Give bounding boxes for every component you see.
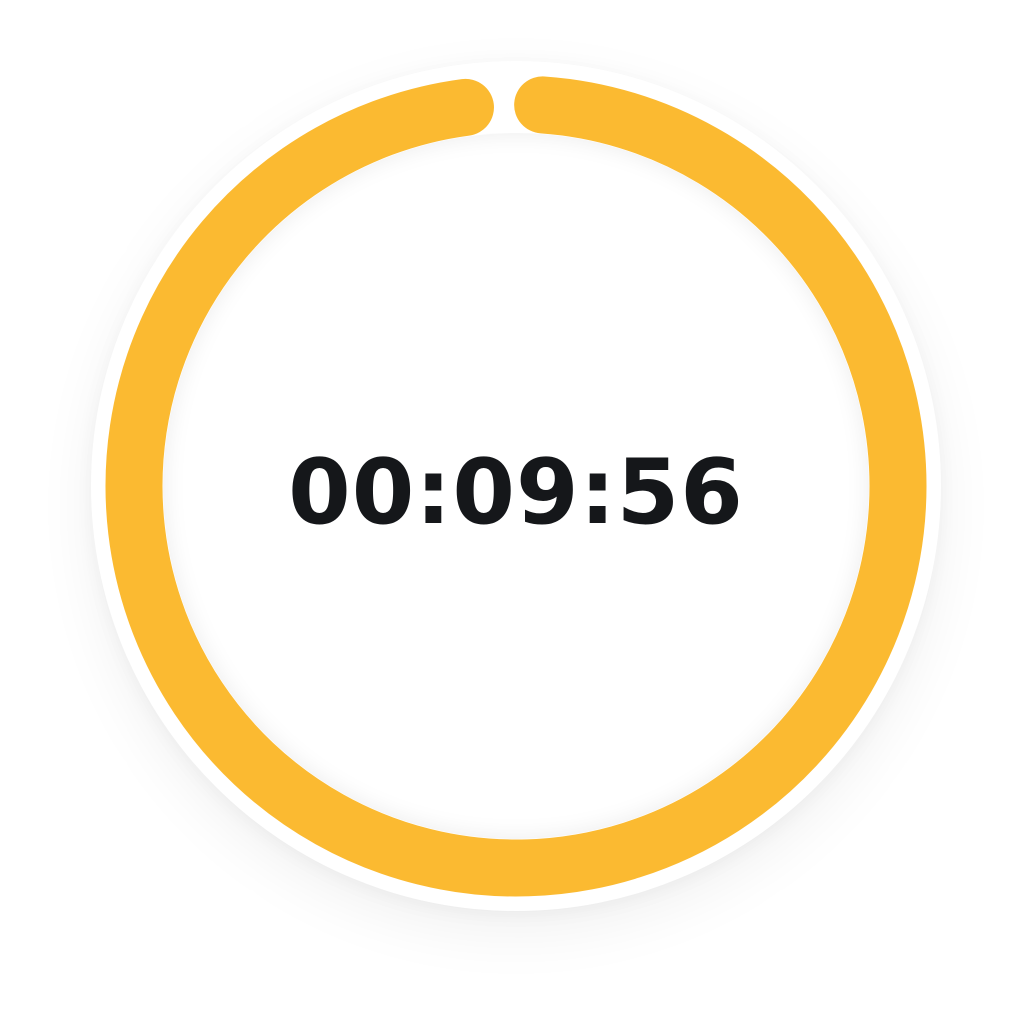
time-remaining: 00:09:56: [288, 439, 744, 545]
countdown-timer: 00:09:56: [91, 61, 941, 911]
